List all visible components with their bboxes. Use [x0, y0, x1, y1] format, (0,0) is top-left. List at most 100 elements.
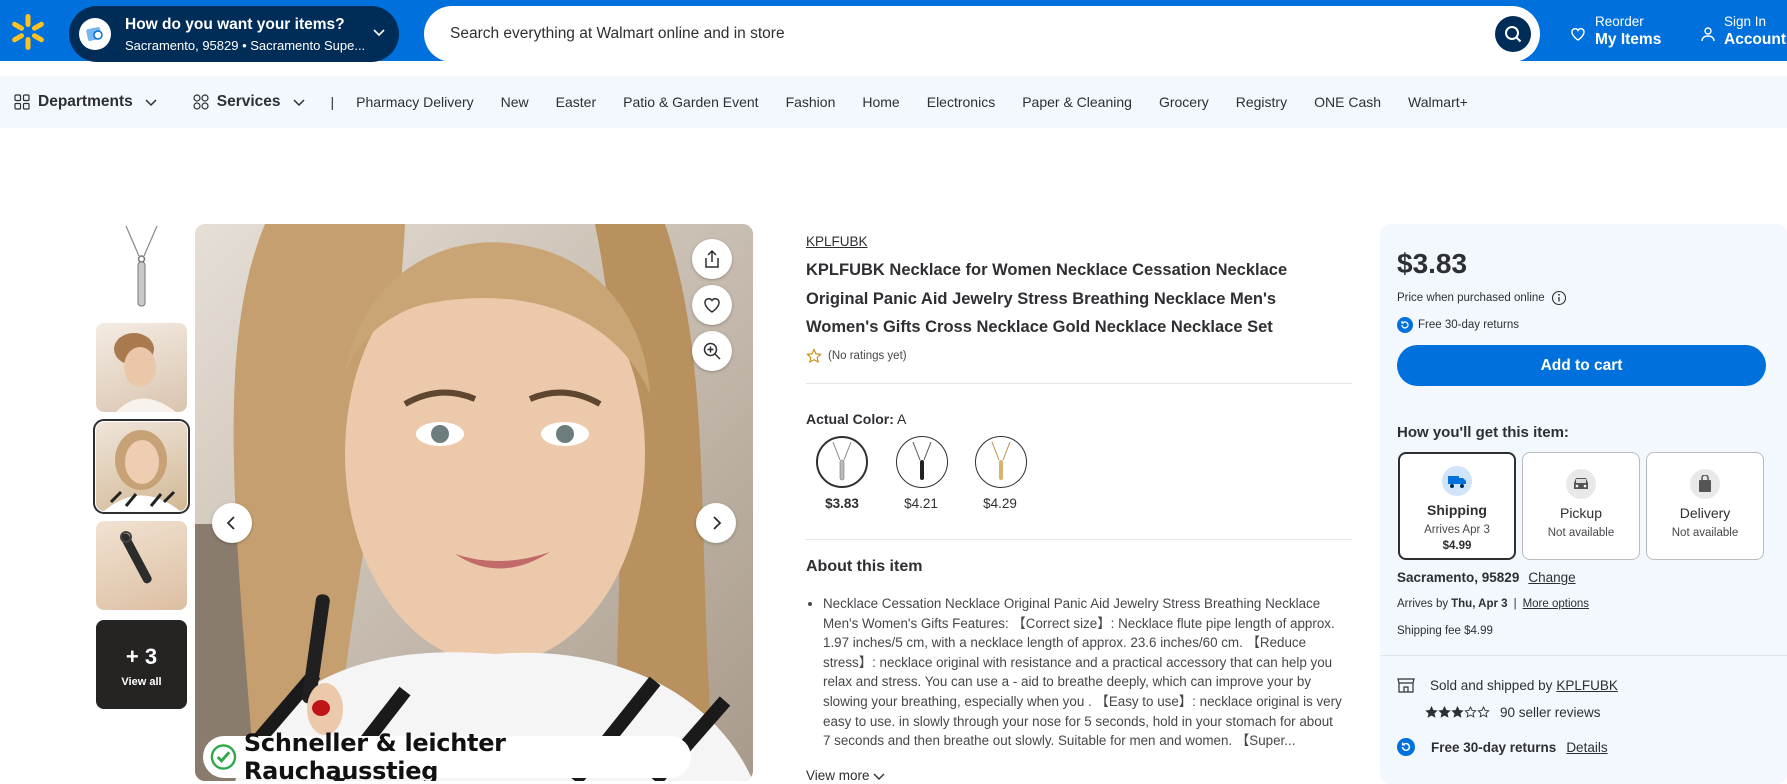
account-link[interactable]: Sign In Account: [1700, 14, 1786, 49]
nav-item-electronics[interactable]: Electronics: [927, 94, 995, 110]
change-location-link[interactable]: Change: [1528, 570, 1575, 585]
arrives-prefix: Arrives by: [1397, 598, 1449, 610]
previous-image-button[interactable]: [212, 503, 252, 543]
nav-item-easter[interactable]: Easter: [556, 94, 596, 110]
about-text: Necklace Cessation Necklace Original Pan…: [823, 594, 1343, 751]
product-rating[interactable]: (No ratings yet): [806, 348, 907, 364]
seller-rating-stars: [1425, 706, 1490, 718]
zip-row: Sacramento, 95829 Change: [1397, 570, 1576, 585]
info-icon[interactable]: [1551, 290, 1567, 306]
product-price: $3.83: [1397, 248, 1468, 279]
chevron-left-icon: [226, 516, 235, 530]
color-swatch-a[interactable]: [816, 436, 868, 488]
grid-icon: [14, 94, 30, 110]
sold-by-text: Sold and shipped by: [1430, 677, 1553, 693]
nav-item-fashion[interactable]: Fashion: [786, 94, 836, 110]
star-outline-icon: [806, 348, 822, 364]
car-icon: [1566, 469, 1596, 499]
delivery-label: Delivery: [1679, 505, 1731, 521]
brand-link[interactable]: KPLFUBK: [806, 234, 868, 249]
nav-item-pharmacy-delivery[interactable]: Pharmacy Delivery: [356, 94, 473, 110]
heart-icon: [704, 298, 720, 313]
search-input[interactable]: Search everything at Walmart online and …: [450, 25, 785, 43]
nav-bar: Departments Services | Pharmacy Delivery…: [0, 76, 1787, 128]
truck-icon: [1442, 466, 1472, 496]
nav-item-home[interactable]: Home: [862, 94, 899, 110]
reorder-link[interactable]: Reorder My Items: [1570, 14, 1661, 49]
about-title: About this item: [806, 558, 923, 575]
chevron-down-icon: [873, 773, 885, 780]
shipping-fee: $4.99: [1442, 540, 1472, 552]
account-label: Account: [1724, 31, 1786, 48]
walmart-spark-logo[interactable]: [8, 12, 48, 52]
swatch-image: [912, 442, 932, 480]
delivery-status: Not available: [1671, 527, 1739, 539]
delivery-option[interactable]: Delivery Not available: [1646, 452, 1764, 560]
search-button[interactable]: [1495, 16, 1531, 52]
favorite-button[interactable]: [692, 285, 732, 325]
returns-details-link[interactable]: Details: [1566, 740, 1607, 755]
swatch-price-a: $3.83: [825, 496, 859, 511]
more-options-link[interactable]: More options: [1523, 598, 1589, 610]
color-value: A: [897, 411, 907, 427]
seller-link[interactable]: KPLFUBK: [1556, 678, 1618, 693]
shipping-option[interactable]: Shipping Arrives Apr 3 $4.99: [1398, 452, 1516, 560]
nav-item-walmart-plus[interactable]: Walmart+: [1408, 94, 1468, 110]
color-label-row: Actual Color: A: [806, 411, 906, 427]
thumbnail-2[interactable]: [96, 323, 187, 412]
color-swatch-c[interactable]: [975, 436, 1027, 488]
search-icon: [1505, 26, 1522, 43]
location-selector[interactable]: How do you want your items? Sacramento, …: [69, 6, 399, 62]
color-swatch-b[interactable]: [896, 436, 948, 488]
nav-item-one-cash[interactable]: ONE Cash: [1314, 94, 1381, 110]
seller-reviews-count: 90 seller reviews: [1500, 705, 1601, 720]
nav-item-paper-cleaning[interactable]: Paper & Cleaning: [1022, 94, 1132, 110]
thumbnail-3-selected[interactable]: [93, 419, 190, 514]
next-image-button[interactable]: [696, 503, 736, 543]
free-returns-row: Free 30-day returns Details: [1397, 738, 1608, 756]
fulfillment-icon: [79, 18, 111, 50]
divider: [806, 383, 1352, 384]
returns-icon: [1397, 738, 1415, 756]
image-banner: Schneller & leichter Rauchausstieg: [203, 729, 691, 781]
location-store: Sacramento Supe...: [250, 37, 366, 53]
swatch-price-b: $4.21: [904, 496, 938, 511]
free-returns: Free 30-day returns: [1397, 317, 1519, 333]
add-to-cart-button[interactable]: Add to cart: [1397, 345, 1766, 386]
chevron-down-icon: [145, 99, 157, 107]
services-menu[interactable]: Services: [193, 93, 307, 111]
returns-icon: [1397, 317, 1413, 333]
pickup-option[interactable]: Pickup Not available: [1522, 452, 1640, 560]
view-all-label: View all: [121, 676, 162, 688]
shipping-arrival: Arrives Apr 3: [1424, 524, 1490, 536]
seller-row: Sold and shipped by KPLFUBK: [1397, 676, 1618, 694]
store-icon: [1397, 678, 1415, 693]
pickup-label: Pickup: [1559, 505, 1603, 521]
search-bar[interactable]: Search everything at Walmart online and …: [424, 6, 1540, 62]
product-title: KPLFUBK Necklace for Women Necklace Cess…: [806, 261, 1288, 336]
nav-item-patio-garden[interactable]: Patio & Garden Event: [623, 94, 758, 110]
thumbnail-4[interactable]: [96, 521, 187, 610]
model-thumbnail-image: [114, 333, 176, 412]
seller-reviews-row[interactable]: 90 seller reviews: [1425, 705, 1601, 720]
swatch-price-c: $4.29: [983, 496, 1017, 511]
share-button[interactable]: [692, 239, 732, 279]
thumbnail-1[interactable]: [96, 224, 187, 313]
nav-item-new[interactable]: New: [501, 94, 529, 110]
user-icon: [1701, 27, 1715, 42]
banner-text: Schneller & leichter Rauchausstieg: [243, 729, 506, 781]
separator: |: [1513, 598, 1517, 610]
services-icon: [193, 94, 209, 110]
fulfillment-title: How you'll get this item:: [1397, 424, 1569, 441]
nav-item-registry[interactable]: Registry: [1236, 94, 1287, 110]
departments-menu[interactable]: Departments: [14, 93, 159, 111]
free-returns-text: Free 30-day returns: [1418, 319, 1519, 331]
view-all-thumbnail[interactable]: + 3 View all: [96, 620, 187, 709]
shipping-label: Shipping: [1427, 502, 1487, 518]
rating-text: (No ratings yet): [828, 350, 907, 362]
swatch-image: [832, 442, 852, 481]
zoom-button[interactable]: [692, 331, 732, 371]
departments-label: Departments: [38, 93, 133, 110]
nav-item-grocery[interactable]: Grocery: [1159, 94, 1209, 110]
services-label: Services: [216, 93, 281, 110]
